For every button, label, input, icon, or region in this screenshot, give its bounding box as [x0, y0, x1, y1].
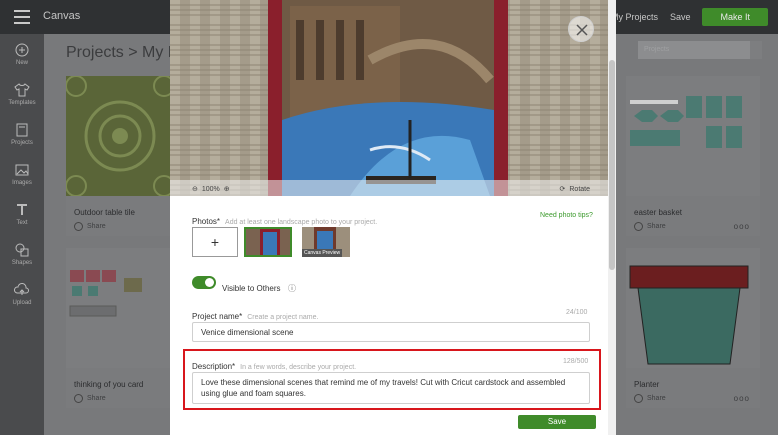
photo-toolbar: ⊖ 100% ⊕ ⟳ Rotate — [170, 180, 616, 196]
make-it-button[interactable]: Make It — [702, 8, 768, 26]
sidebar-item-new[interactable]: New — [0, 34, 44, 74]
my-projects-link[interactable]: My Projects — [611, 12, 658, 22]
left-sidebar: New Templates Projects Images Text Shape… — [0, 34, 44, 435]
project-card[interactable]: easter basket Share ooo — [626, 76, 760, 236]
sidebar-item-images[interactable]: Images — [0, 154, 44, 194]
project-card[interactable]: Outdoor table tile Share — [65, 75, 175, 236]
sidebar-item-projects[interactable]: Projects — [0, 114, 44, 154]
header-actions: My Projects Save Make It — [611, 8, 768, 26]
project-name-field[interactable]: Venice dimensional scene — [192, 322, 590, 342]
share-label: Share — [647, 223, 666, 230]
card-image — [65, 75, 175, 197]
card-title: thinking of you card — [74, 380, 144, 389]
visible-toggle[interactable] — [192, 276, 216, 289]
card-title: Planter — [634, 380, 660, 389]
sidebar-item-shapes[interactable]: Shapes — [0, 234, 44, 274]
menu-icon[interactable] — [14, 10, 30, 24]
photos-label: Photos* — [192, 217, 221, 226]
scrollbar[interactable] — [608, 0, 616, 435]
rotate-label: Rotate — [569, 185, 590, 193]
sidebar-label: Images — [12, 180, 32, 186]
projects-icon — [16, 123, 28, 137]
sidebar-label: Projects — [11, 140, 33, 146]
share-icon — [634, 394, 643, 403]
share-button[interactable]: Share — [74, 394, 106, 403]
search-input[interactable]: Projects — [638, 41, 750, 59]
share-button[interactable]: Share — [74, 222, 106, 231]
zoom-controls: ⊖ 100% ⊕ — [192, 185, 230, 194]
card-image — [66, 248, 174, 368]
sidebar-label: Upload — [12, 300, 32, 306]
canvas-preview-badge: Canvas Preview — [302, 249, 343, 257]
upload-icon — [14, 283, 29, 295]
breadcrumb[interactable]: Projects > My P — [66, 44, 178, 62]
zoom-level: 100% — [201, 185, 220, 193]
card-image — [626, 248, 760, 368]
sidebar-item-text[interactable]: Text — [0, 194, 44, 234]
project-name-hint: Create a project name. — [247, 314, 319, 321]
project-name-label: Project name* — [192, 312, 243, 321]
search-button[interactable] — [750, 41, 762, 59]
card-image — [626, 76, 760, 196]
app-title: Canvas — [43, 10, 81, 22]
text-icon — [17, 204, 27, 215]
rotate-icon: ⟳ — [559, 186, 566, 193]
close-icon — [576, 24, 588, 36]
add-photo-button[interactable]: + — [192, 227, 238, 257]
card-title: easter basket — [634, 208, 683, 217]
visible-label: Visible to Others — [222, 284, 281, 293]
sidebar-label: Shapes — [11, 260, 33, 266]
zoom-in-icon[interactable]: ⊕ — [224, 185, 230, 193]
share-label: Share — [87, 395, 106, 402]
sidebar-label: Templates — [8, 100, 36, 106]
thumbnail-image — [246, 229, 290, 255]
photo-thumbnail[interactable]: Canvas Preview — [302, 227, 350, 257]
tile-pattern-image — [65, 75, 175, 197]
info-icon[interactable]: ⓘ — [288, 284, 296, 293]
close-button[interactable] — [568, 16, 594, 42]
project-card[interactable]: thinking of you card Share — [66, 248, 174, 408]
shapes-icon — [15, 243, 29, 257]
project-photo: ⊖ 100% ⊕ ⟳ Rotate — [170, 0, 616, 196]
shirt-icon — [14, 83, 30, 97]
description-highlight-box — [183, 349, 601, 410]
more-options-button[interactable]: ooo — [734, 394, 750, 403]
save-button[interactable]: Save — [518, 415, 596, 429]
share-icon — [634, 222, 643, 231]
sidebar-item-upload[interactable]: Upload — [0, 274, 44, 314]
share-label: Share — [647, 395, 666, 402]
share-button[interactable]: Share — [634, 222, 666, 231]
visible-row: Visible to Others ⓘ — [222, 278, 296, 296]
share-icon — [74, 222, 83, 231]
share-icon — [74, 394, 83, 403]
share-project-modal: ⊖ 100% ⊕ ⟳ Rotate Photos* Add at least on… — [170, 0, 616, 435]
scrollbar-thumb[interactable] — [609, 60, 615, 270]
photos-hint: Add at least one landscape photo to your… — [225, 219, 378, 226]
card-title: Outdoor table tile — [74, 208, 135, 217]
photo-thumbnail-selected[interactable] — [244, 227, 292, 257]
venice-scene-photo — [170, 0, 616, 196]
share-button[interactable]: Share — [634, 394, 666, 403]
sidebar-label: Text — [16, 220, 28, 226]
planter-image — [629, 265, 749, 365]
rotate-button[interactable]: ⟳ Rotate — [559, 185, 591, 194]
save-link[interactable]: Save — [670, 12, 691, 22]
card-pieces-image — [69, 270, 142, 317]
plus-icon — [15, 43, 29, 57]
sidebar-item-templates[interactable]: Templates — [0, 74, 44, 114]
project-card[interactable]: Planter Share ooo — [626, 248, 760, 408]
more-options-button[interactable]: ooo — [734, 222, 750, 231]
sidebar-label: New — [15, 60, 28, 66]
zoom-out-icon[interactable]: ⊖ — [192, 185, 198, 193]
share-label: Share — [87, 223, 106, 230]
basket-pieces-image — [630, 96, 742, 148]
photo-tips-link[interactable]: Need photo tips? — [540, 212, 593, 219]
image-icon — [15, 164, 29, 176]
project-name-count: 24/100 — [566, 309, 588, 316]
